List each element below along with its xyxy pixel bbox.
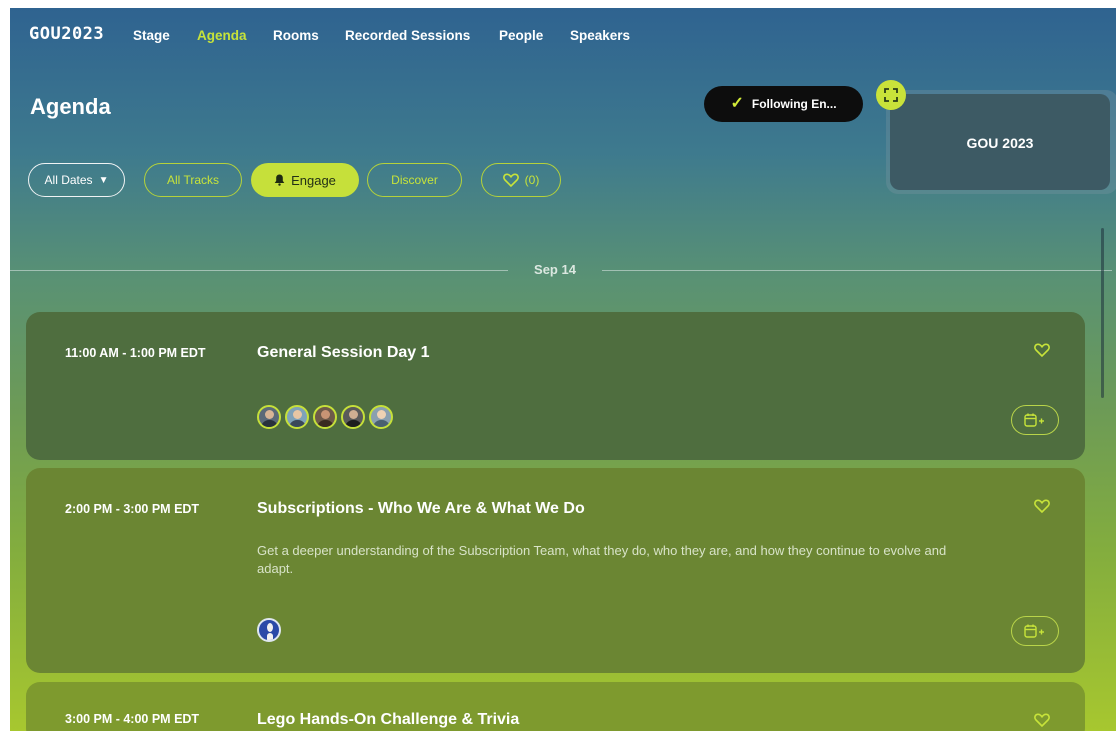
discover-label: Discover — [391, 173, 438, 187]
nav-item-rooms[interactable]: Rooms — [273, 28, 319, 43]
expand-icon[interactable] — [876, 80, 906, 110]
heart-outline-icon — [502, 173, 519, 187]
divider-line — [602, 270, 1112, 271]
divider-line — [10, 270, 508, 271]
heart-outline-icon[interactable] — [1034, 712, 1050, 728]
avatar[interactable] — [257, 405, 281, 429]
avatar[interactable] — [313, 405, 337, 429]
nav-item-stage[interactable]: Stage — [133, 28, 170, 43]
all-dates-label: All Dates — [44, 173, 93, 187]
speaker-avatars — [257, 405, 393, 429]
session-time: 3:00 PM - 4:00 PM EDT — [65, 712, 200, 726]
app-window: GOU2023 Stage Agenda Rooms Recorded Sess… — [10, 8, 1116, 731]
top-nav: GOU2023 Stage Agenda Rooms Recorded Sess… — [10, 8, 1116, 56]
mini-player-title: GOU 2023 — [966, 135, 1034, 151]
mini-player[interactable]: GOU 2023 — [890, 94, 1110, 190]
nav-item-people[interactable]: People — [499, 28, 543, 43]
caret-down-icon: ▼ — [98, 174, 109, 186]
bell-icon — [274, 174, 285, 186]
all-tracks-label: All Tracks — [166, 173, 219, 187]
engage-filter[interactable]: Engage — [251, 163, 359, 197]
heart-outline-icon[interactable] — [1034, 498, 1050, 514]
favorites-count: (0) — [524, 173, 540, 187]
favorites-filter[interactable]: (0) — [481, 163, 561, 197]
avatar[interactable] — [369, 405, 393, 429]
date-divider-label: Sep 14 — [534, 262, 576, 277]
scrollbar[interactable] — [1101, 228, 1104, 398]
add-to-calendar-button[interactable] — [1011, 616, 1059, 646]
check-icon: ✓ — [730, 95, 744, 112]
session-title[interactable]: Subscriptions - Who We Are & What We Do — [257, 500, 585, 518]
all-dates-dropdown[interactable]: All Dates ▼ — [28, 163, 125, 197]
session-description: Get a deeper understanding of the Subscr… — [257, 543, 947, 576]
discover-filter[interactable]: Discover — [367, 163, 462, 197]
logo[interactable]: GOU2023 — [29, 24, 104, 44]
all-tracks-filter[interactable]: All Tracks — [144, 163, 242, 197]
session-card[interactable]: 11:00 AM - 1:00 PM EDT General Session D… — [26, 312, 1085, 460]
avatar[interactable] — [285, 405, 309, 429]
avatar[interactable] — [341, 405, 365, 429]
add-to-calendar-button[interactable] — [1011, 405, 1059, 435]
page-title: Agenda — [30, 94, 111, 119]
nav-item-speakers[interactable]: Speakers — [570, 28, 630, 43]
session-time: 11:00 AM - 1:00 PM EDT — [65, 346, 206, 360]
expand-icon-glyph — [884, 88, 898, 102]
session-card[interactable]: 3:00 PM - 4:00 PM EDT Lego Hands-On Chal… — [26, 682, 1085, 731]
following-button-label: Following En... — [751, 97, 837, 111]
speaker-avatars — [257, 618, 281, 642]
calendar-plus-icon — [1024, 624, 1044, 638]
session-card[interactable]: 2:00 PM - 3:00 PM EDT Subscriptions - Wh… — [26, 468, 1085, 673]
engage-label: Engage — [291, 172, 336, 188]
calendar-plus-icon — [1024, 413, 1044, 427]
avatar[interactable] — [257, 618, 281, 642]
session-title[interactable]: General Session Day 1 — [257, 344, 430, 362]
session-title[interactable]: Lego Hands-On Challenge & Trivia — [257, 711, 519, 729]
nav-item-agenda[interactable]: Agenda — [197, 28, 247, 43]
following-button[interactable]: ✓ Following En... — [704, 86, 863, 122]
session-time: 2:00 PM - 3:00 PM EDT — [65, 502, 200, 516]
heart-outline-icon[interactable] — [1034, 342, 1050, 358]
nav-item-recorded-sessions[interactable]: Recorded Sessions — [345, 28, 470, 43]
